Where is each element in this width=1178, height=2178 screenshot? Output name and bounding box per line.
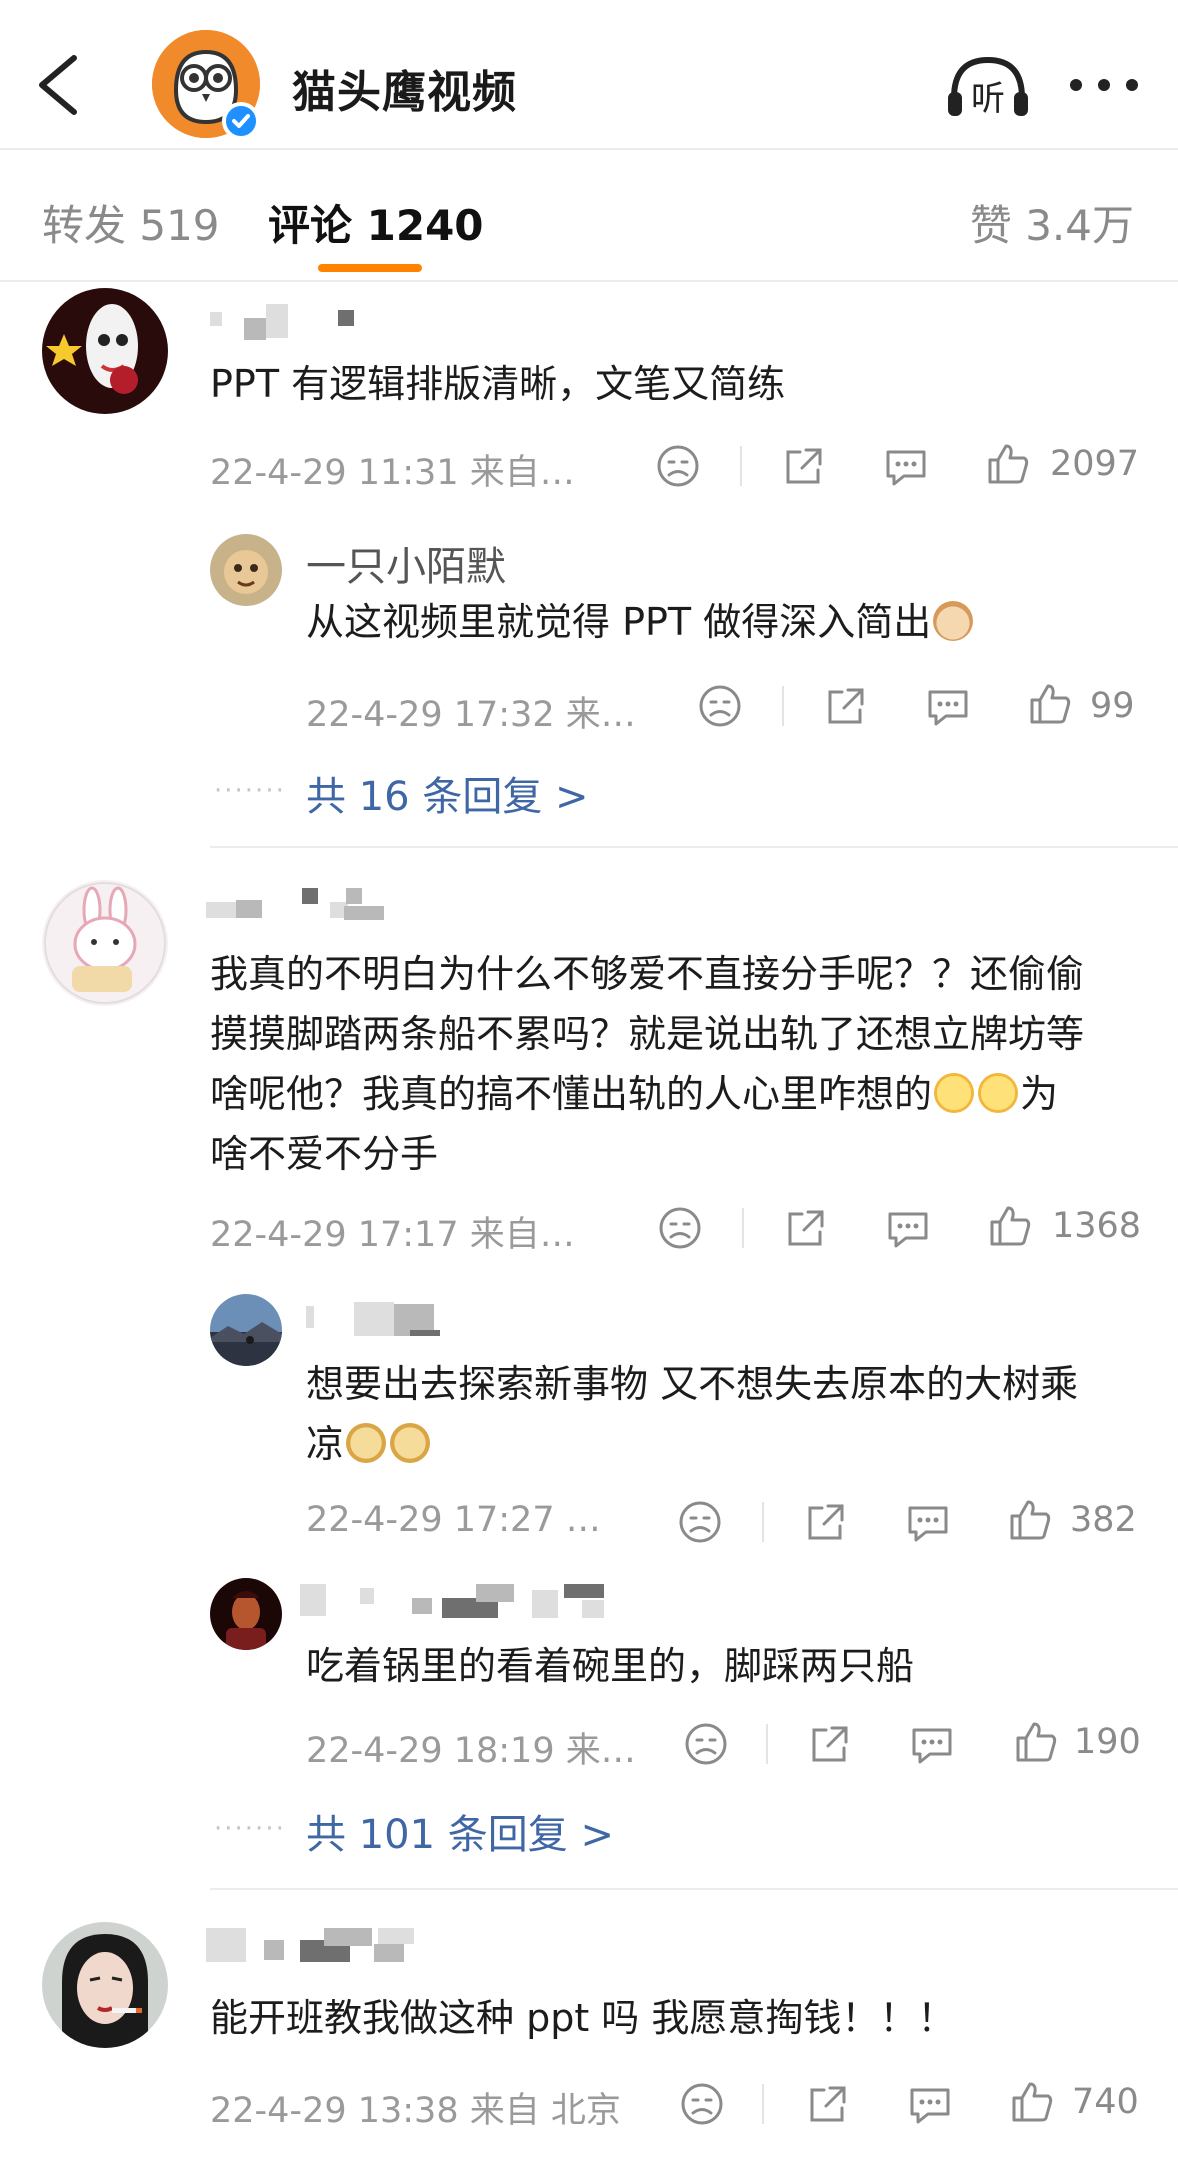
tab-comments[interactable]: 评论 1240 — [268, 192, 484, 253]
separator — [742, 1208, 744, 1248]
reply-text-content: 从这视频里就觉得 PPT 做得深入简出 — [306, 600, 932, 644]
comment-text: 我真的不明白为什么不够爱不直接分手呢？？还偷偷 摸摸脚踏两条船不累吗？就是说出轨… — [210, 944, 1150, 1184]
comment-item: 我真的不明白为什么不够爱不直接分手呢？？还偷偷 摸摸脚踏两条船不累吗？就是说出轨… — [0, 850, 1178, 1890]
dislike-face-icon[interactable] — [656, 1204, 704, 1252]
reply-avatar[interactable] — [210, 534, 282, 606]
reply-text: 吃着锅里的看着碗里的，脚踩两只船 — [306, 1644, 915, 1688]
listen-label: 听 — [971, 79, 1005, 118]
like-count: 2097 — [1050, 444, 1140, 484]
like-thumb-icon[interactable] — [1006, 1496, 1054, 1544]
reply-meta: 22-4-29 17:27 … — [306, 1500, 601, 1540]
reply-text-line-with-emoji: 凉 — [306, 1414, 1166, 1474]
doge-emoji-icon — [346, 1423, 387, 1463]
like-count: 382 — [1070, 1500, 1137, 1540]
verified-badge-icon — [222, 102, 260, 140]
holding-tears-emoji-icon — [978, 1073, 1019, 1113]
comment-meta: 22-4-29 11:31 来自… — [210, 453, 575, 493]
top-bar: 猫头鹰视频 听 — [0, 0, 1178, 150]
tab-bar: 转发 519 评论 1240 赞 3.4万 — [0, 150, 1178, 282]
comment-text: 能开班教我做这种 ppt 吗 我愿意掏钱！！！ — [210, 1996, 956, 2040]
separator — [740, 446, 742, 486]
reply-avatar[interactable] — [210, 1294, 282, 1366]
comment-text: PPT 有逻辑排版清晰，文笔又简练 — [210, 362, 786, 406]
comment-meta: 22-4-29 13:38 来自 北京 — [210, 2091, 621, 2131]
reply-comment-icon[interactable] — [904, 1498, 952, 1546]
reply-text: 想要出去探索新事物 又不想失去原本的大树乘 凉 — [306, 1354, 1166, 1474]
comment-text-line: 啥呢他？我真的搞不懂出轨的人心里咋想的 — [210, 1072, 933, 1116]
username-blurred[interactable] — [210, 300, 360, 340]
avatar[interactable] — [42, 1922, 168, 2048]
active-tab-indicator — [318, 264, 422, 272]
avatar[interactable] — [42, 288, 168, 414]
comment-meta: 22-4-29 17:17 来自… — [210, 1215, 575, 1255]
reply-text-line: 凉 — [306, 1422, 345, 1466]
more-options-icon[interactable] — [1064, 70, 1144, 100]
comment-text-line: 我真的不明白为什么不够爱不直接分手呢？？还偷偷 — [210, 952, 1085, 996]
listen-headphones-icon[interactable]: 听 — [946, 52, 1030, 118]
dislike-face-icon[interactable] — [676, 1498, 724, 1546]
avatar[interactable] — [42, 880, 168, 1006]
share-icon[interactable] — [804, 2080, 852, 2128]
share-icon[interactable] — [822, 682, 870, 730]
like-count: 1368 — [1052, 1206, 1142, 1246]
like-thumb-icon[interactable] — [1012, 1718, 1060, 1766]
share-icon[interactable] — [782, 1204, 830, 1252]
cat-emoji-icon — [933, 601, 974, 641]
reply-comment-icon[interactable] — [924, 682, 972, 730]
comment-item: PPT 有逻辑排版清晰，文笔又简练 22-4-29 11:31 来自… 2097… — [0, 282, 1178, 850]
reply-avatar[interactable] — [210, 1578, 282, 1650]
separator — [762, 2084, 764, 2124]
comment-text-line: 摸摸脚踏两条船不累吗？就是说出轨了还想立牌坊等 — [210, 1012, 1085, 1056]
separator — [766, 1724, 768, 1764]
comment-divider — [210, 846, 1178, 848]
reply-username[interactable]: 一只小陌默 — [306, 534, 506, 592]
username-blurred[interactable] — [206, 882, 406, 922]
account-name[interactable]: 猫头鹰视频 — [292, 56, 517, 120]
comment-item: 能开班教我做这种 ppt 吗 我愿意掏钱！！！ 22-4-29 13:38 来自… — [0, 1890, 1178, 2178]
dislike-face-icon[interactable] — [654, 442, 702, 490]
reply-meta: 22-4-29 18:19 来… — [306, 1731, 636, 1771]
like-count: 99 — [1090, 686, 1135, 726]
dots-divider: ······· — [214, 1814, 286, 1844]
tab-forward[interactable]: 转发 519 — [42, 192, 220, 253]
dislike-face-icon[interactable] — [678, 2080, 726, 2128]
more-replies-link[interactable]: 共 16 条回复 > — [306, 764, 589, 822]
tab-likes[interactable]: 赞 3.4万 — [970, 192, 1134, 253]
share-icon[interactable] — [802, 1498, 850, 1546]
username-blurred[interactable] — [300, 1580, 610, 1620]
share-icon[interactable] — [806, 1720, 854, 1768]
like-count: 190 — [1074, 1722, 1141, 1762]
comment-text-tail: 为 — [1020, 1072, 1059, 1116]
holding-tears-emoji-icon — [934, 1073, 975, 1113]
like-count: 740 — [1072, 2082, 1139, 2122]
like-thumb-icon[interactable] — [1008, 2078, 1056, 2126]
reply-comment-icon[interactable] — [906, 2080, 954, 2128]
back-arrow-icon[interactable] — [30, 50, 90, 120]
dots-divider: ······· — [214, 776, 286, 806]
separator — [782, 686, 784, 726]
username-blurred[interactable] — [206, 1924, 426, 1964]
username-blurred[interactable] — [300, 1300, 470, 1340]
share-icon[interactable] — [780, 442, 828, 490]
dislike-face-icon[interactable] — [682, 1720, 730, 1768]
dislike-face-icon[interactable] — [696, 682, 744, 730]
reply-meta: 22-4-29 17:32 来… — [306, 695, 636, 735]
reply-comment-icon[interactable] — [882, 442, 930, 490]
more-replies-link[interactable]: 共 101 条回复 > — [306, 1802, 614, 1860]
comment-text-line: 啥不爱不分手 — [210, 1132, 439, 1176]
separator — [762, 1502, 764, 1542]
like-thumb-icon[interactable] — [1026, 680, 1074, 728]
reply-text: 从这视频里就觉得 PPT 做得深入简出 — [306, 592, 975, 652]
doge-emoji-icon — [390, 1423, 431, 1463]
reply-text-line: 想要出去探索新事物 又不想失去原本的大树乘 — [306, 1362, 1079, 1406]
comment-text-line-with-emoji: 啥呢他？我真的搞不懂出轨的人心里咋想的 为 — [210, 1064, 1150, 1124]
reply-comment-icon[interactable] — [884, 1204, 932, 1252]
like-thumb-icon[interactable] — [986, 1202, 1034, 1250]
like-thumb-icon[interactable] — [984, 440, 1032, 488]
reply-comment-icon[interactable] — [908, 1720, 956, 1768]
